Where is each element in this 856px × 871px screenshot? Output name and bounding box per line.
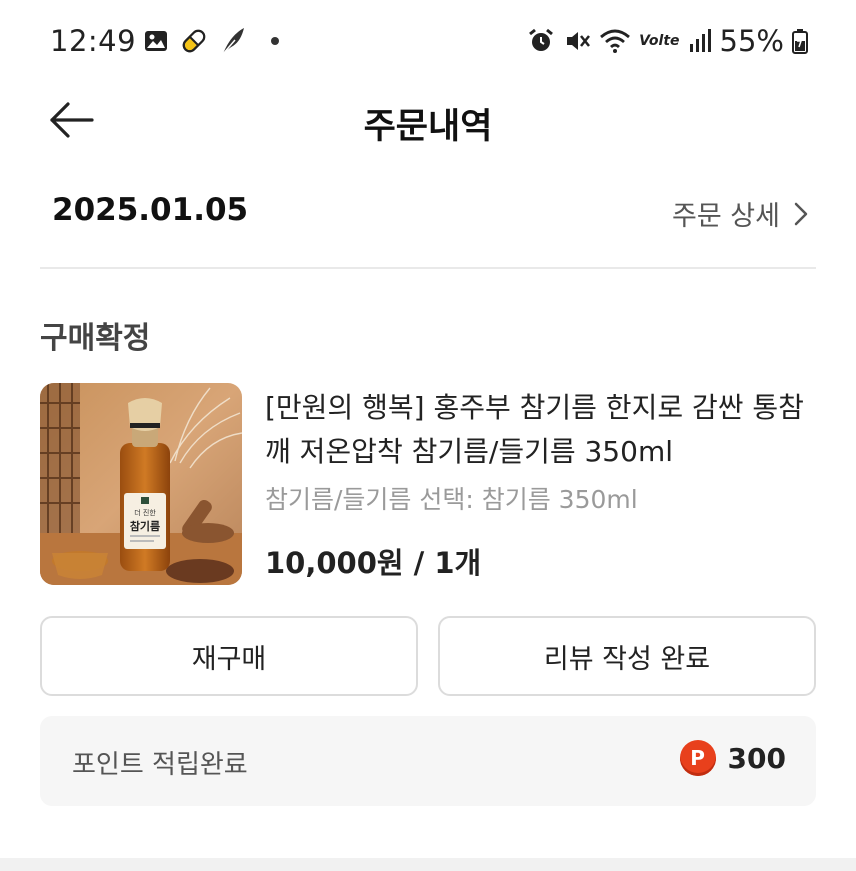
order-date: 2025.01.05 — [52, 192, 249, 228]
product-price: 10,000원 / 1개 — [265, 546, 482, 580]
mute-icon — [567, 32, 591, 50]
feather-icon — [222, 28, 244, 55]
volte-icon: Volte — [639, 33, 680, 49]
alarm-icon — [529, 28, 554, 51]
status-time: 12:49 — [50, 24, 137, 58]
notification-icons — [143, 26, 279, 56]
pill-icon — [182, 28, 207, 53]
status-bar: 12:49 Volte 55% — [0, 0, 856, 84]
thumb-label-small: 더 진한 — [134, 508, 156, 517]
product-thumbnail[interactable]: 더 진한 참기름 — [40, 383, 242, 585]
battery-percent: 55% — [719, 24, 784, 58]
more-notifications-dot — [271, 37, 279, 45]
order-detail-link[interactable]: 주문 상세 — [672, 194, 808, 233]
order-detail-label: 주문 상세 — [672, 201, 780, 232]
order-status: 구매확정 — [40, 321, 151, 356]
point-icon: P — [679, 740, 716, 776]
review-complete-button[interactable]: 리뷰 작성 완료 — [438, 616, 816, 696]
points-label: 포인트 적립완료 — [72, 750, 248, 780]
rebuy-button[interactable]: 재구매 — [40, 616, 418, 696]
app-bar: 주문내역 — [0, 84, 856, 156]
points-value: 300 — [727, 741, 786, 775]
product-option: 참기름/들기름 선택: 참기름 350ml — [265, 485, 638, 514]
signal-icon — [689, 29, 711, 52]
section-separator — [0, 858, 856, 871]
wifi-icon — [600, 29, 631, 53]
chevron-right-icon — [794, 202, 808, 225]
thumb-label-big: 참기름 — [130, 519, 160, 533]
gallery-icon — [145, 31, 167, 51]
page-title: 주문내역 — [363, 107, 493, 147]
points-amount: P 300 — [679, 740, 786, 776]
product-name[interactable]: [만원의 행복] 홍주부 참기름 한지로 감싼 통참깨 저온압착 참기름/들기름… — [265, 386, 813, 474]
section-divider — [40, 267, 816, 269]
battery-icon — [792, 29, 808, 54]
system-icons: Volte 55% — [527, 24, 808, 58]
points-info: 포인트 적립완료 P 300 — [40, 716, 816, 806]
